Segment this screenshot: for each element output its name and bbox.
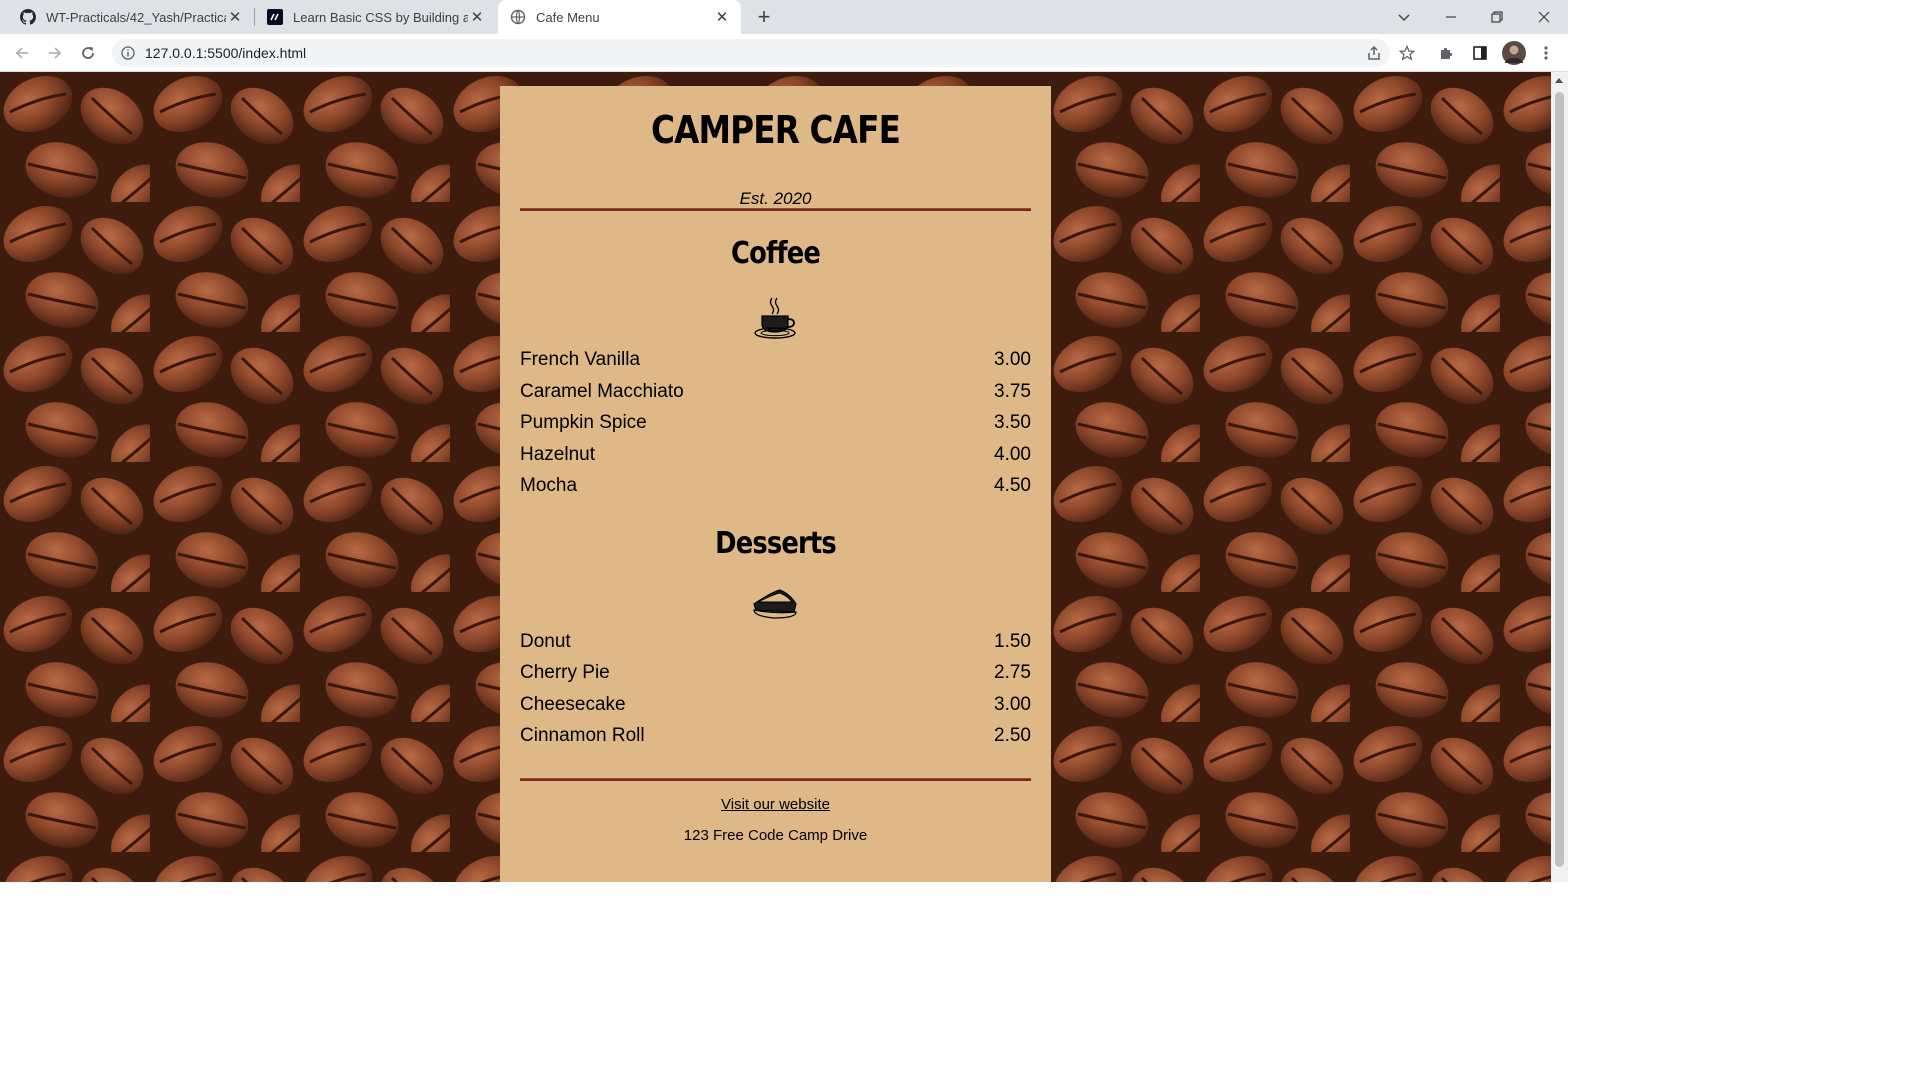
item-price: 3.00: [994, 349, 1031, 370]
close-icon: [1538, 11, 1550, 23]
menu-item: Caramel Macchiato 3.75: [520, 381, 1031, 407]
menu-item: Mocha 4.50: [520, 475, 1031, 501]
item-price: 3.50: [994, 412, 1031, 433]
github-icon: [20, 9, 36, 25]
section-heading-coffee: Coffee: [731, 236, 821, 271]
tab-github[interactable]: WT-Practicals/42_Yash/Practical_ ✕: [8, 0, 254, 34]
share-icon: [1368, 45, 1380, 60]
item-name: Pumpkin Spice: [520, 412, 647, 433]
reload-button[interactable]: [77, 42, 99, 64]
menu-item: Cinnamon Roll 2.50: [520, 725, 1031, 751]
back-button[interactable]: [11, 42, 33, 64]
restore-button[interactable]: [1474, 0, 1520, 34]
menu-item: Hazelnut 4.00: [520, 444, 1031, 470]
item-name: Donut: [520, 631, 571, 652]
menu-item: French Vanilla 3.00: [520, 349, 1031, 375]
forward-arrow-icon: [49, 47, 62, 59]
menu-item: Pumpkin Spice 3.50: [520, 412, 1031, 438]
bookmark-button[interactable]: [1397, 43, 1417, 63]
tab-title: Learn Basic CSS by Building a Caf: [293, 9, 468, 25]
extensions-button[interactable]: [1437, 43, 1457, 63]
visit-website-link[interactable]: Visit our website: [500, 796, 1051, 813]
menu-card: CAMPER CAFE Est. 2020 Coffee French Vani…: [500, 86, 1051, 882]
scrollbar-thumb[interactable]: [1555, 92, 1564, 867]
menu-item: Cherry Pie 2.75: [520, 662, 1031, 688]
item-price: 2.75: [994, 662, 1031, 683]
section-heading-desserts: Desserts: [715, 526, 837, 561]
page-viewport: CAMPER CAFE Est. 2020 Coffee French Vani…: [0, 72, 1551, 882]
item-price: 4.00: [994, 444, 1031, 465]
tab-title: Cafe Menu: [536, 9, 600, 25]
browser-toolbar: 127.0.0.1:5500/index.html: [0, 34, 1568, 72]
freecodecamp-icon: [267, 9, 283, 25]
address-bar[interactable]: 127.0.0.1:5500/index.html: [112, 39, 1390, 67]
star-icon: [1399, 45, 1415, 61]
side-panel-button[interactable]: [1470, 43, 1490, 63]
menu-item: Donut 1.50: [520, 631, 1031, 657]
address-text: 123 Free Code Camp Drive: [683, 827, 868, 844]
item-price: 2.50: [994, 725, 1031, 746]
kebab-menu-icon: [1544, 46, 1548, 60]
item-price: 4.50: [994, 475, 1031, 496]
restore-icon: [1491, 11, 1503, 23]
new-tab-button[interactable]: +: [752, 4, 776, 30]
side-panel-icon: [1473, 46, 1487, 60]
divider-bottom: [520, 778, 1031, 781]
forward-button[interactable]: [44, 42, 66, 64]
item-name: Cheesecake: [520, 694, 626, 715]
item-name: Cherry Pie: [520, 662, 610, 683]
back-arrow-icon: [15, 47, 28, 59]
tab-strip: WT-Practicals/42_Yash/Practical_ ✕ Learn…: [0, 0, 1568, 34]
established-text: Est. 2020: [739, 189, 812, 208]
coffee-cup-icon: [754, 297, 796, 339]
item-price: 3.75: [994, 381, 1031, 402]
item-name: Cinnamon Roll: [520, 725, 645, 746]
pie-slice-icon: [753, 589, 797, 619]
close-icon[interactable]: ✕: [713, 8, 731, 26]
profile-icon: [1505, 45, 1523, 63]
tab-cafe-menu[interactable]: Cafe Menu ✕: [498, 0, 741, 34]
tab-search-button[interactable]: [1381, 0, 1427, 34]
scroll-up-arrow-icon[interactable]: [1555, 78, 1563, 83]
page-scrollbar[interactable]: [1551, 72, 1568, 882]
close-window-button[interactable]: [1521, 0, 1567, 34]
minimize-icon: [1446, 16, 1456, 18]
url-text[interactable]: 127.0.0.1:5500/index.html: [145, 45, 306, 61]
globe-icon: [510, 9, 526, 25]
reload-icon: [82, 47, 94, 59]
info-icon[interactable]: [121, 46, 135, 60]
item-name: Mocha: [520, 475, 578, 496]
item-price: 3.00: [994, 694, 1031, 715]
minimize-button[interactable]: [1428, 0, 1474, 34]
item-name: Hazelnut: [520, 444, 595, 465]
item-price: 1.50: [994, 631, 1031, 652]
menu-item: Cheesecake 3.00: [520, 694, 1031, 720]
avatar[interactable]: [1502, 41, 1526, 65]
tab-freecodecamp[interactable]: Learn Basic CSS by Building a Caf ✕: [255, 0, 496, 34]
chevron-down-icon: [1398, 14, 1410, 22]
browser-menu-button[interactable]: [1536, 43, 1556, 63]
puzzle-icon: [1441, 47, 1453, 59]
close-icon[interactable]: ✕: [226, 8, 244, 26]
share-button[interactable]: [1364, 43, 1384, 63]
item-name: French Vanilla: [520, 349, 641, 370]
divider-top: [520, 208, 1031, 211]
item-name: Caramel Macchiato: [520, 381, 684, 402]
close-icon[interactable]: ✕: [468, 8, 486, 26]
cafe-title: CAMPER CAFE: [650, 108, 901, 152]
tab-title: WT-Practicals/42_Yash/Practical_: [46, 9, 226, 25]
